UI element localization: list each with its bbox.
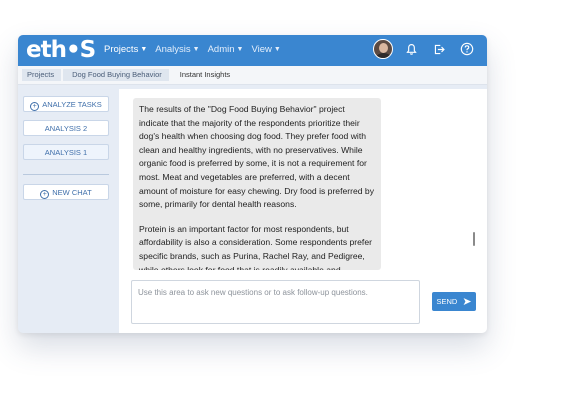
logout-icon[interactable] (429, 39, 449, 59)
menu-projects-label: Projects (104, 44, 139, 55)
breadcrumb-current: Instant Insights (179, 70, 231, 79)
chat-panel: The results of the "Dog Food Buying Beha… (119, 89, 487, 333)
question-input[interactable] (131, 280, 420, 324)
menu-analysis-label: Analysis (155, 44, 191, 55)
breadcrumb: Projects Dog Food Buying Behavior Instan… (18, 66, 487, 85)
menu-view-label: View (251, 44, 272, 55)
chevron-down-icon: ▼ (140, 46, 148, 53)
analysis-2-button[interactable]: ANALYSIS 2 (23, 120, 109, 136)
chevron-down-icon: ▼ (236, 46, 244, 53)
chat-scrollbar[interactable] (473, 232, 475, 246)
help-icon[interactable] (457, 39, 477, 59)
bell-icon[interactable] (401, 39, 421, 59)
app-window: eth•S Projects ▼ Analysis ▼ Admin ▼ View ▼ (18, 35, 487, 333)
menu-analysis[interactable]: Analysis ▼ (155, 44, 199, 55)
send-label: SEND (436, 297, 458, 306)
plus-circle-icon: + (40, 190, 50, 199)
chevron-down-icon: ▼ (192, 46, 200, 53)
avatar-face (379, 43, 388, 53)
response-paragraph-2: Protein is an important factor for most … (139, 223, 372, 270)
sidebar-divider (23, 174, 109, 175)
top-icons (373, 39, 477, 59)
breadcrumb-projects[interactable]: Projects (22, 69, 62, 81)
response-bubble: The results of the "Dog Food Buying Beha… (133, 98, 381, 270)
new-chat-button[interactable]: + NEW CHAT (23, 184, 109, 200)
breadcrumb-project-name[interactable]: Dog Food Buying Behavior (63, 69, 169, 81)
response-paragraph-1: The results of the "Dog Food Buying Beha… (139, 104, 375, 210)
analyze-tasks-button[interactable]: + ANALYZE TASKS (23, 96, 109, 112)
menu-admin-label: Admin (207, 44, 235, 55)
send-button[interactable]: SEND ➤ (432, 292, 476, 311)
breadcrumb-trail: Projects Dog Food Buying Behavior Instan… (22, 69, 239, 81)
sidebar: + ANALYZE TASKS ANALYSIS 2 ANALYSIS 1 + NE… (18, 85, 116, 333)
plus-circle-icon: + (30, 102, 40, 111)
menu-projects[interactable]: Projects ▼ (104, 44, 147, 55)
menu-admin[interactable]: Admin ▼ (208, 44, 244, 55)
analysis-1-button[interactable]: ANALYSIS 1 (23, 144, 109, 160)
main-menu: Projects ▼ Analysis ▼ Admin ▼ View ▼ (104, 44, 281, 55)
send-arrow-icon: ➤ (462, 296, 472, 308)
chevron-down-icon: ▼ (273, 46, 281, 53)
ethos-logo[interactable]: eth•S (26, 36, 96, 64)
new-chat-label: NEW CHAT (52, 188, 92, 197)
top-navbar: eth•S Projects ▼ Analysis ▼ Admin ▼ View ▼ (18, 35, 487, 66)
avatar-body (376, 53, 391, 58)
menu-view[interactable]: View ▼ (251, 44, 280, 55)
analyze-tasks-label: ANALYZE TASKS (42, 100, 102, 109)
avatar[interactable] (373, 39, 393, 59)
